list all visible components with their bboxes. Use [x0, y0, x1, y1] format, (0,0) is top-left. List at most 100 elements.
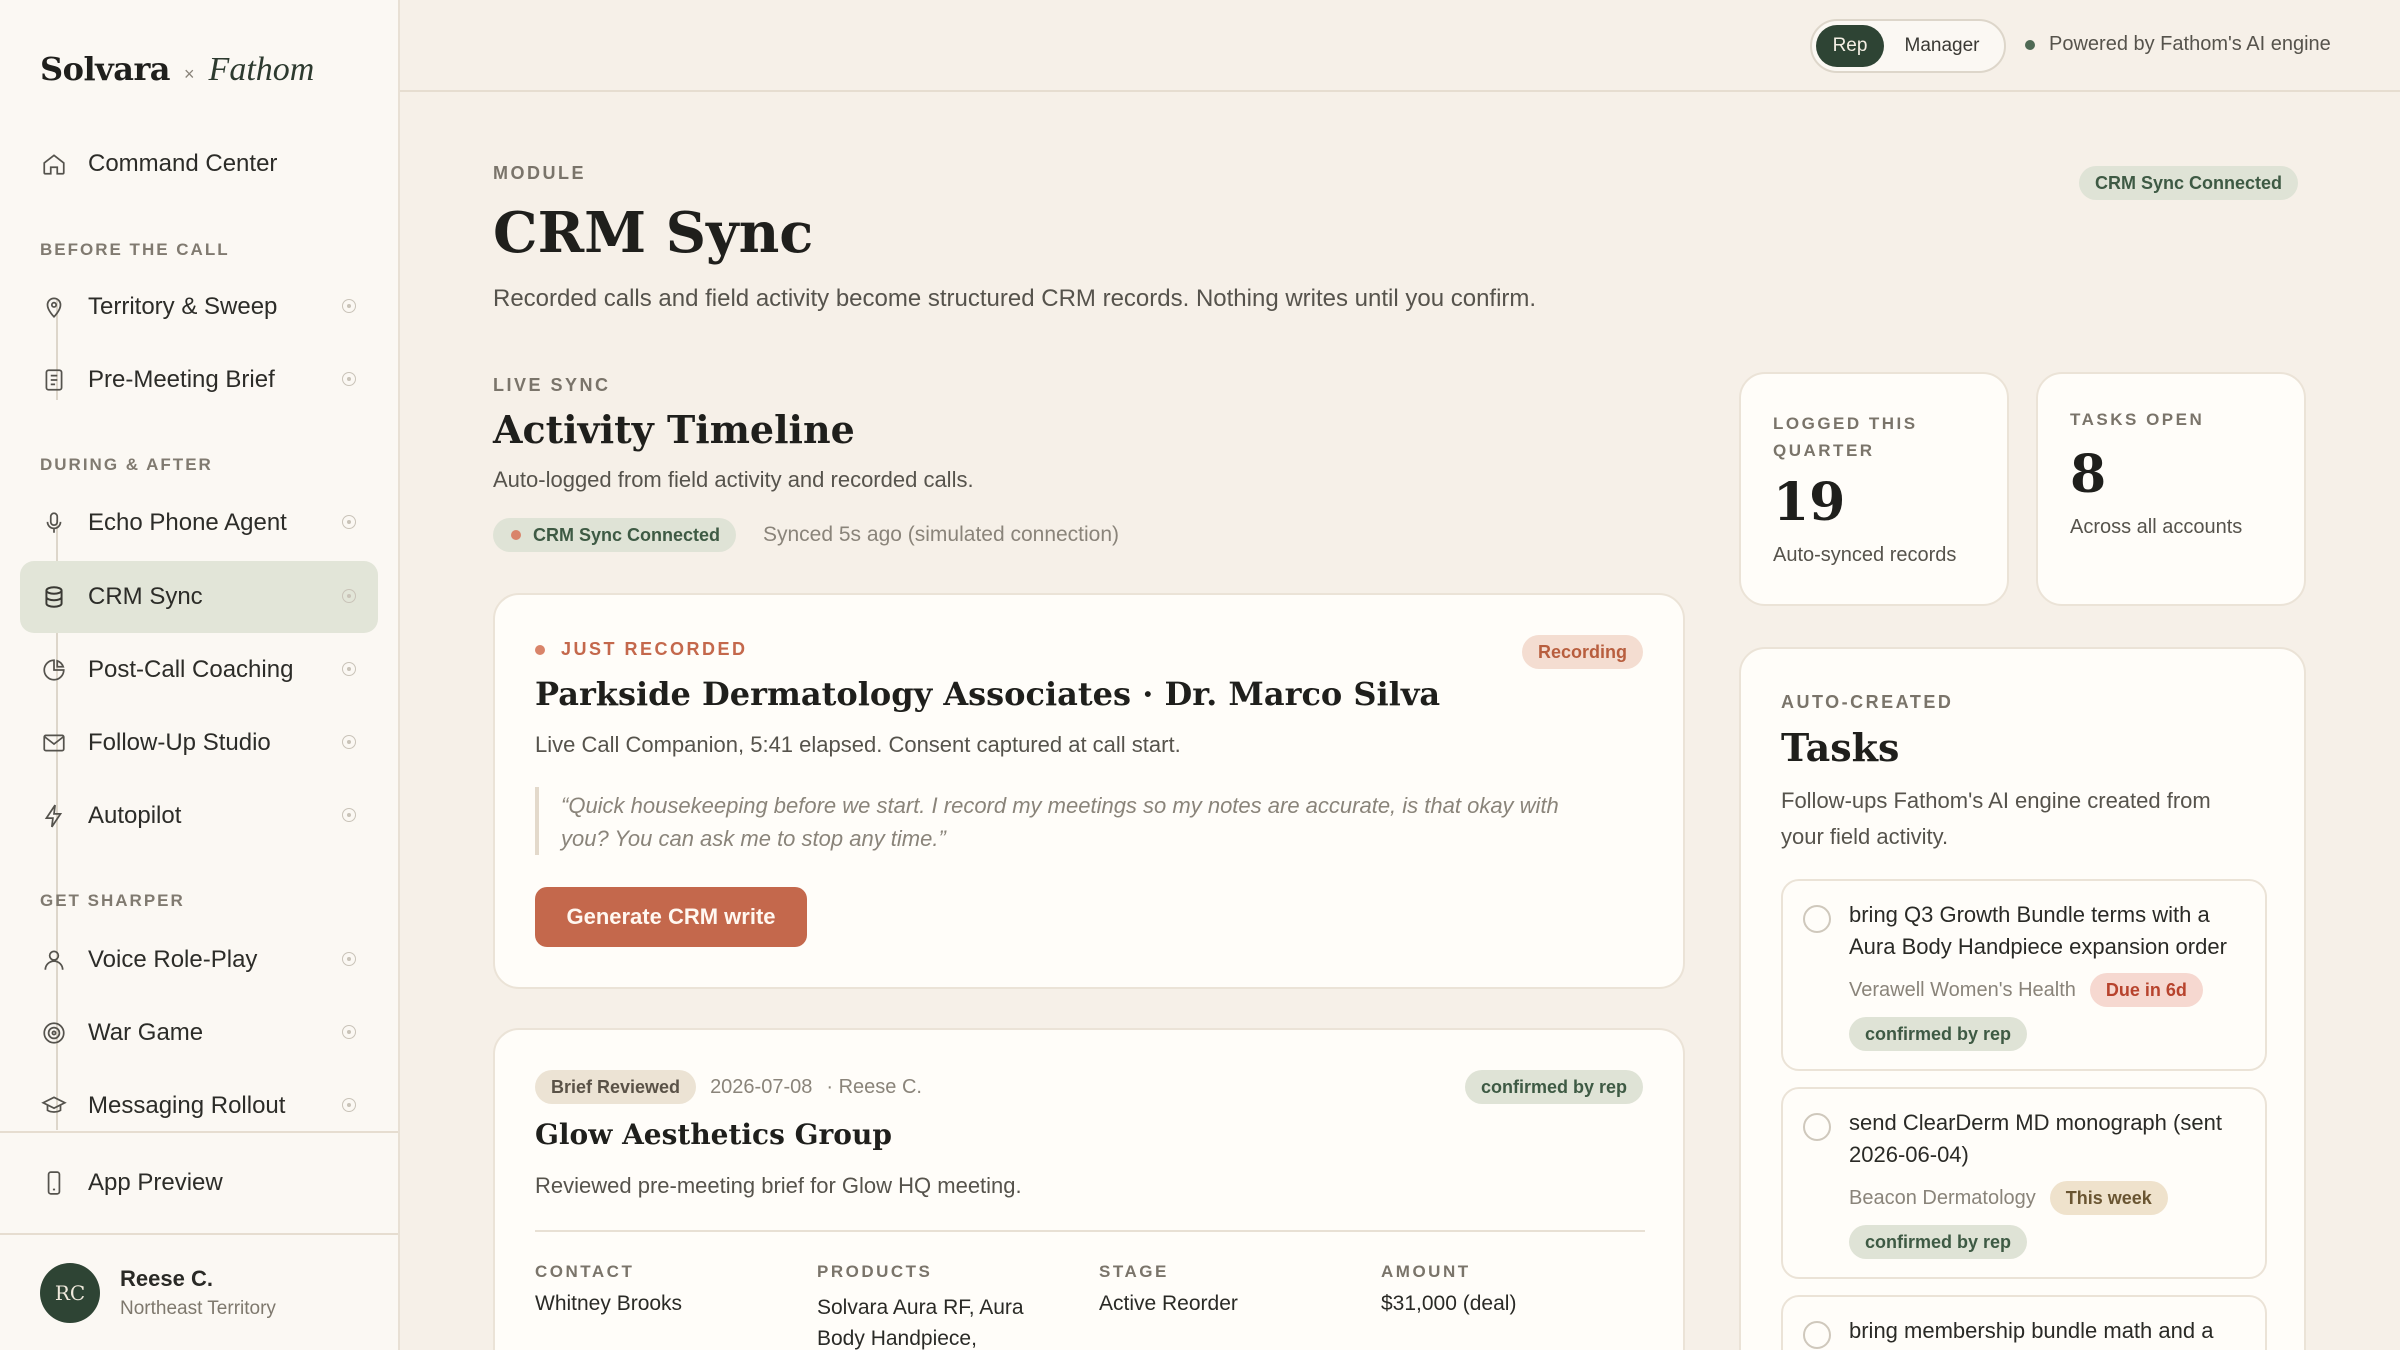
nav-section-during: DURING & AFTER	[40, 455, 213, 474]
brand-name: Solvara	[40, 50, 171, 88]
tasks-desc: Follow-ups Fathom's AI engine created fr…	[1781, 783, 2211, 855]
task-item[interactable]: bring membership bundle math and a	[1781, 1295, 2267, 1350]
task-checkbox[interactable]	[1803, 1321, 1831, 1349]
sidebar-item-crm-sync[interactable]: CRM Sync	[20, 561, 378, 633]
recording-meta: Live Call Companion, 5:41 elapsed. Conse…	[535, 732, 1181, 757]
sidebar-item-follow-up-studio[interactable]: Follow-Up Studio	[20, 707, 378, 779]
stat-tasks-card: TASKS OPEN 8 Across all accounts	[2036, 372, 2306, 606]
sync-status-label: CRM Sync Connected	[533, 524, 721, 545]
status-dot-icon	[342, 735, 356, 749]
status-dot-icon	[342, 1098, 356, 1112]
user-profile[interactable]: RC Reese C. Northeast Territory	[40, 1263, 276, 1323]
sidebar-item-war-game[interactable]: War Game	[20, 997, 378, 1069]
stat-caption: Auto-synced records	[1773, 544, 1957, 566]
recording-eyebrow: JUST RECORDED	[561, 639, 748, 659]
sidebar-item-label: Pre-Meeting Brief	[88, 366, 275, 393]
generate-crm-write-button[interactable]: Generate CRM write	[535, 887, 807, 947]
sidebar-item-pre-meeting-brief[interactable]: Pre-Meeting Brief	[20, 344, 378, 416]
stat-label: TASKS OPEN	[2070, 410, 2205, 429]
divider	[0, 1233, 398, 1235]
contact-value: Whitney Brooks	[535, 1292, 683, 1315]
task-checkbox[interactable]	[1803, 1113, 1831, 1141]
task-account: Verawell Women's Health	[1849, 978, 2076, 1001]
sidebar-item-label: Voice Role-Play	[88, 946, 258, 973]
task-checkbox[interactable]	[1803, 905, 1831, 933]
stat-value: 19	[1773, 472, 1846, 533]
task-title-line: Aura Body Handpiece expansion order	[1849, 934, 2227, 959]
recording-dot-icon	[535, 644, 545, 655]
stat-caption: Across all accounts	[2070, 516, 2243, 538]
microphone-icon	[40, 509, 68, 537]
activity-entry-card[interactable]: Brief Reviewed 2026-07-08 · Reese C. con…	[493, 1028, 1685, 1350]
brand-partner: Fathom	[208, 51, 315, 88]
sidebar-item-label: App Preview	[88, 1169, 223, 1196]
lightning-icon	[40, 802, 68, 830]
status-dot-icon	[342, 299, 356, 313]
task-item[interactable]: send ClearDerm MD monograph (sent 2026-0…	[1781, 1087, 2267, 1279]
nav-section-sharper: GET SHARPER	[40, 891, 185, 910]
entry-title: Glow Aesthetics Group	[535, 1118, 892, 1151]
sidebar-item-voice-role-play[interactable]: Voice Role-Play	[20, 924, 378, 996]
avatar: RC	[40, 1263, 100, 1323]
brand-logo[interactable]: Solvara × Fathom	[40, 50, 314, 89]
sidebar-item-label: Territory & Sweep	[88, 293, 278, 320]
brand-times: ×	[184, 64, 195, 84]
stat-value: 8	[2070, 444, 2107, 505]
sidebar-item-echo-phone-agent[interactable]: Echo Phone Agent	[20, 487, 378, 559]
mode-rep-button[interactable]: Rep	[1816, 25, 1884, 67]
status-dot-icon	[342, 589, 356, 603]
entry-desc: Reviewed pre-meeting brief for Glow HQ m…	[535, 1173, 1022, 1198]
entry-date: 2026-07-08	[710, 1075, 813, 1098]
sidebar-item-post-call-coaching[interactable]: Post-Call Coaching	[20, 634, 378, 706]
user-name: Reese C.	[120, 1266, 213, 1291]
confirmed-badge: confirmed by rep	[1464, 1070, 1643, 1104]
products-value: Solvara Aura RF, Aura Body Handpiece,	[817, 1292, 1024, 1350]
sidebar-item-app-preview[interactable]: App Preview	[20, 1147, 378, 1219]
entry-type-tag: Brief Reviewed	[535, 1070, 697, 1104]
role-toggle[interactable]: Rep Manager	[1810, 19, 2006, 73]
task-item[interactable]: bring Q3 Growth Bundle terms with a Aura…	[1781, 879, 2267, 1071]
sidebar-item-autopilot[interactable]: Autopilot	[20, 780, 378, 852]
due-badge: Due in 6d	[2089, 973, 2203, 1007]
quote-bar	[535, 787, 539, 855]
task-title-line: 2026-06-04)	[1849, 1142, 1969, 1167]
sidebar-item-command-center[interactable]: Command Center	[20, 128, 378, 200]
status-dot-icon	[342, 662, 356, 676]
nav-section-before: BEFORE THE CALL	[40, 240, 230, 259]
tasks-eyebrow: AUTO-CREATED	[1781, 692, 1954, 712]
home-icon	[40, 150, 68, 178]
due-badge: This week	[2049, 1181, 2168, 1215]
document-icon	[40, 366, 68, 394]
page-title: CRM Sync	[493, 200, 814, 266]
tasks-card: AUTO-CREATED Tasks Follow-ups Fathom's A…	[1739, 647, 2306, 1350]
amount-value: $31,000 (deal)	[1381, 1292, 1517, 1315]
task-account: Beacon Dermatology	[1849, 1186, 2036, 1209]
mail-icon	[40, 729, 68, 757]
status-dot-icon	[511, 530, 521, 540]
sidebar: Solvara × Fathom Command Center BEFORE T…	[0, 0, 400, 1350]
tasks-desc-line: Follow-ups Fathom's AI engine created fr…	[1781, 788, 2211, 813]
sidebar-item-label: Command Center	[88, 150, 278, 177]
powered-by-label: Powered by Fathom's AI engine	[2049, 33, 2331, 55]
sidebar-item-label: War Game	[88, 1019, 204, 1046]
status-dot-icon	[342, 952, 356, 966]
field-label: CONTACT	[535, 1262, 635, 1281]
top-bar: Rep Manager Powered by Fathom's AI engin…	[400, 0, 2400, 92]
status-dot-icon	[342, 808, 356, 822]
sidebar-item-territory[interactable]: Territory & Sweep	[20, 271, 378, 343]
mode-manager-button[interactable]: Manager	[1884, 25, 2000, 67]
consent-quote-line: “Quick housekeeping before we start. I r…	[561, 793, 1559, 818]
field-label: PRODUCTS	[817, 1262, 933, 1281]
page-subtitle: Recorded calls and field activity become…	[493, 285, 1537, 312]
tasks-desc-line: your field activity.	[1781, 824, 1949, 849]
sidebar-item-label: Autopilot	[88, 802, 182, 829]
sidebar-item-label: Follow-Up Studio	[88, 729, 271, 756]
divider	[0, 1131, 398, 1133]
database-icon	[40, 583, 68, 611]
field-label: AMOUNT	[1381, 1262, 1471, 1281]
tasks-title: Tasks	[1781, 725, 1900, 770]
entry-author: · Reese C.	[826, 1075, 922, 1098]
status-dot-icon	[342, 372, 356, 386]
map-pin-icon	[40, 293, 68, 321]
stat-label-line: QUARTER	[1773, 441, 1875, 460]
